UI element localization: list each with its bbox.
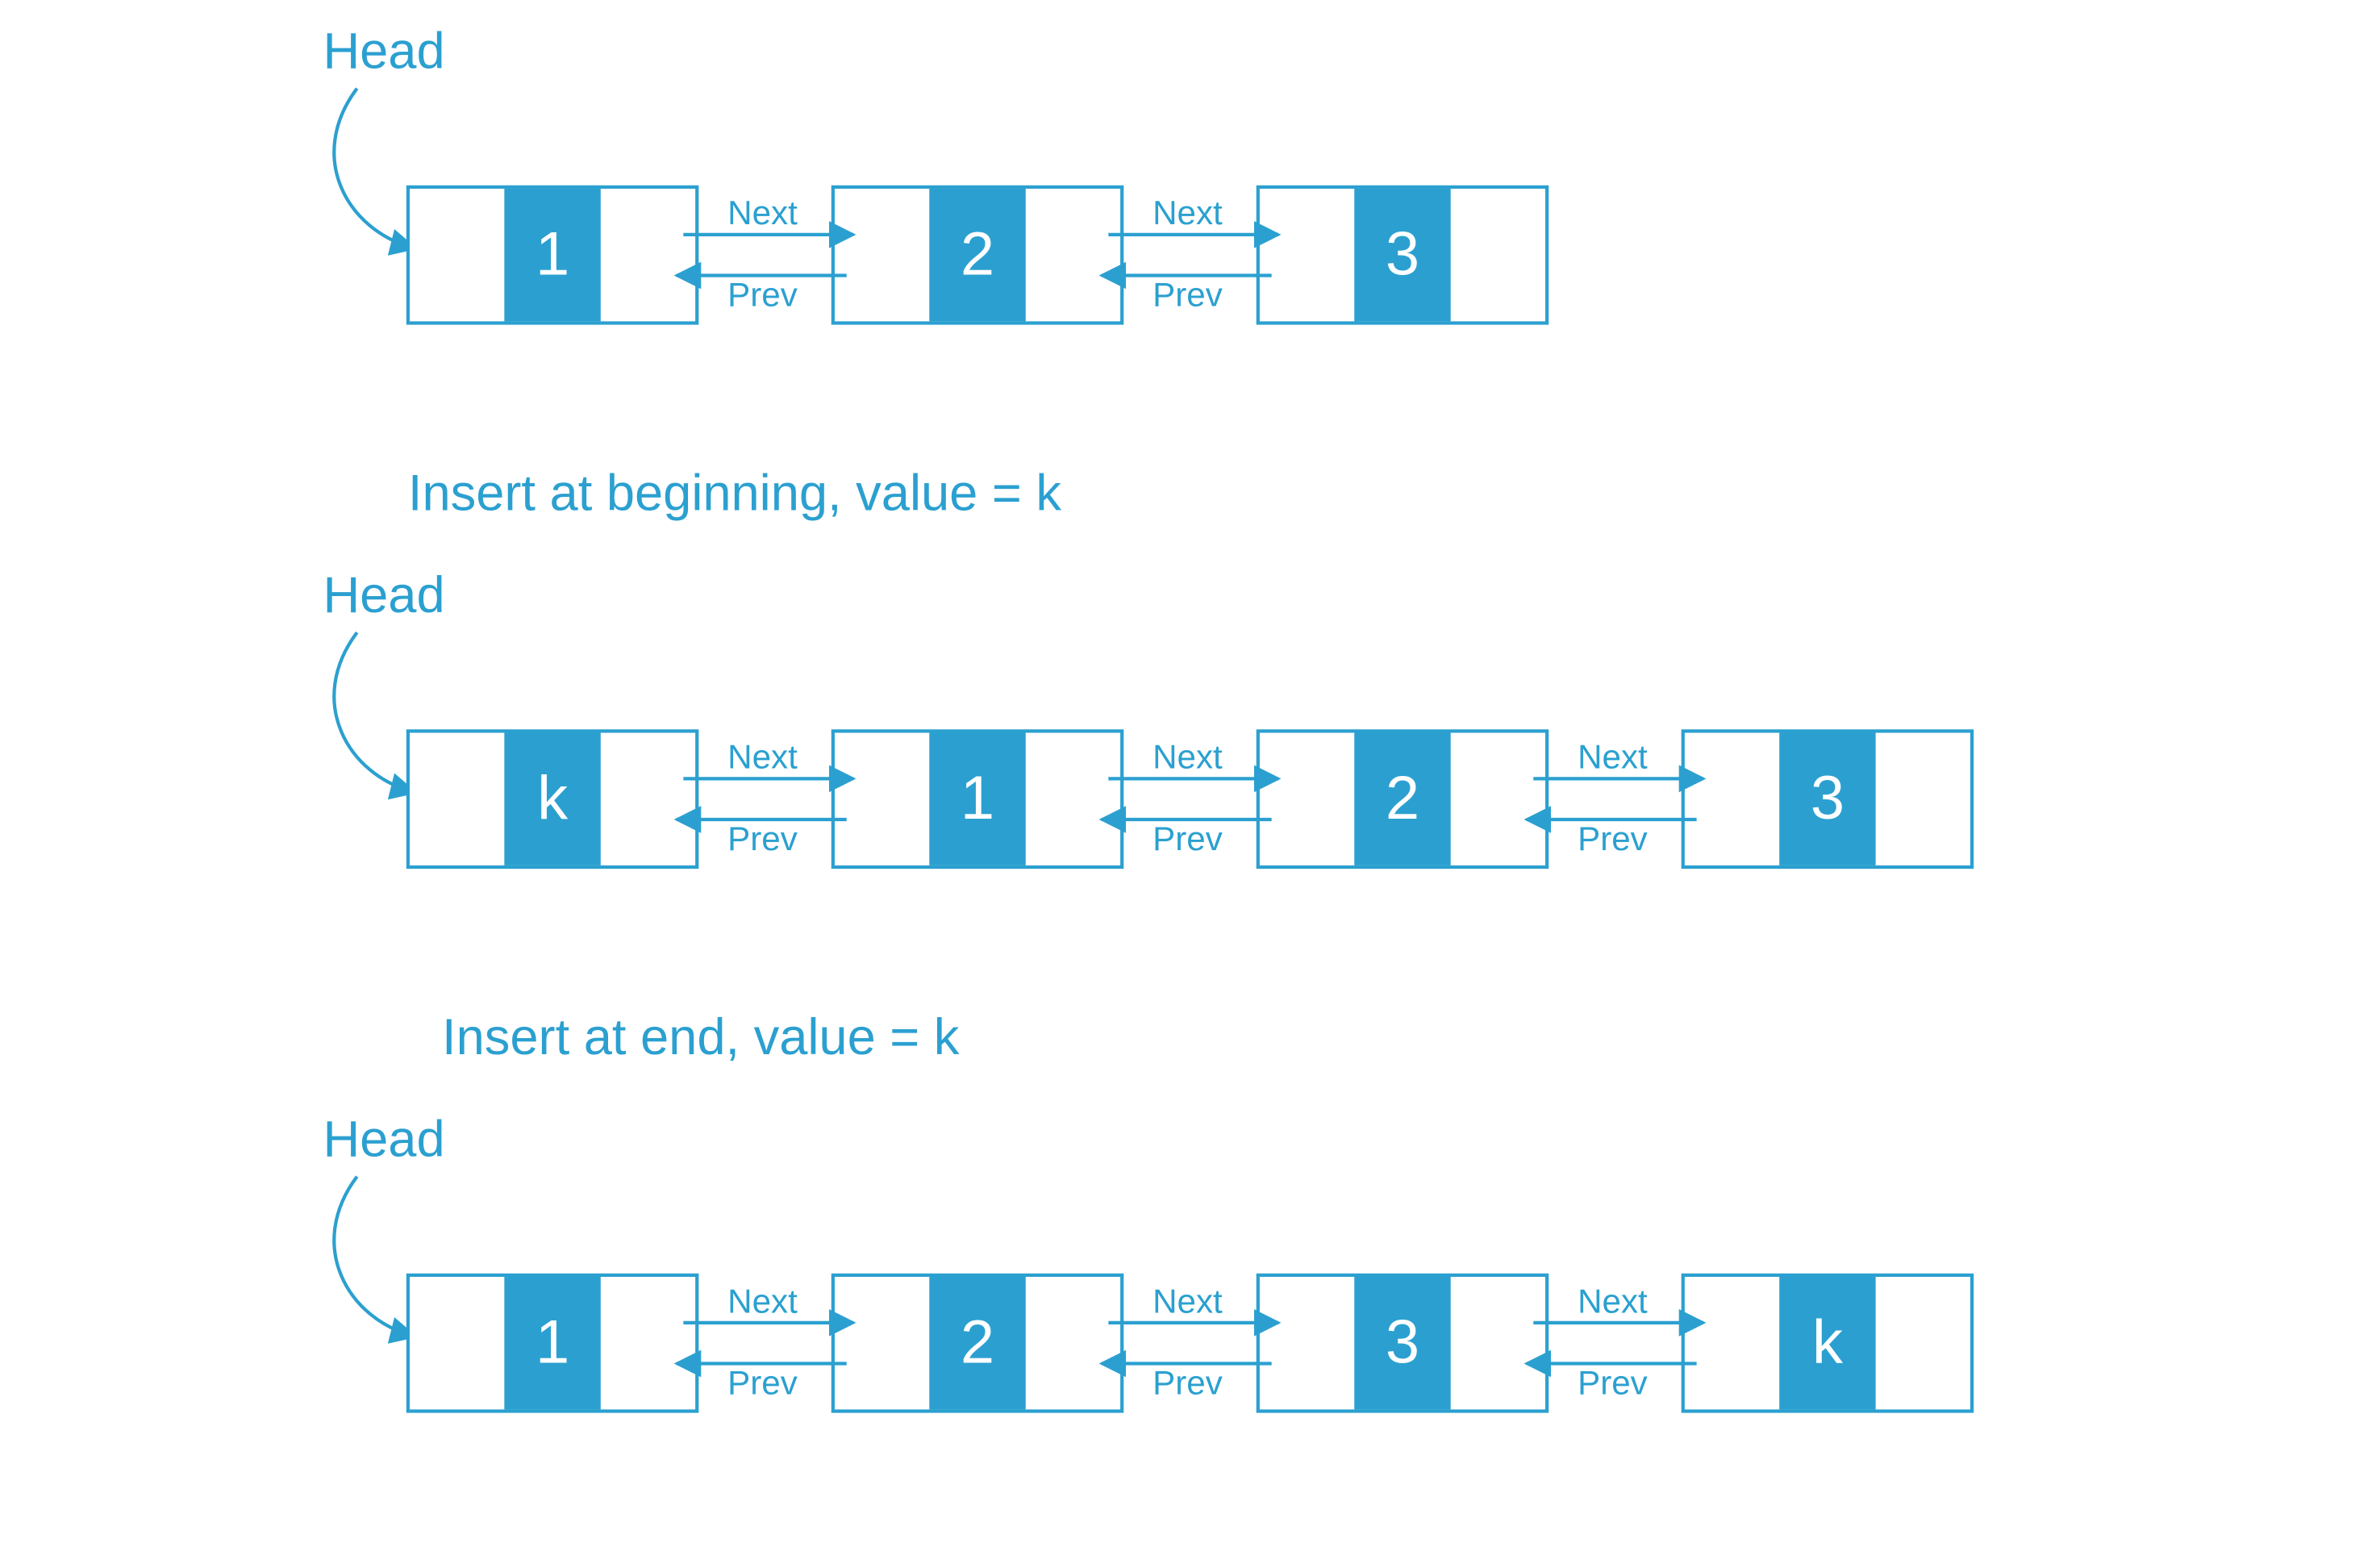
prev-label: Prev — [727, 1363, 798, 1401]
next-label: Next — [727, 738, 798, 776]
row1-node-2-value: 3 — [1386, 219, 1419, 288]
prev-label: Prev — [727, 275, 798, 313]
row2-node-3-value: 3 — [1811, 764, 1844, 832]
row1-node-1-value: 2 — [961, 219, 994, 288]
prev-label: Prev — [1152, 820, 1223, 857]
next-label: Next — [1578, 738, 1648, 776]
linked-list-diagram: Head 1 2 3 Next Prev Next Prev Insert at beginni… — [0, 0, 2380, 1564]
row2-node-2-value: 2 — [1386, 764, 1419, 832]
head-arrow — [334, 1177, 415, 1337]
next-label: Next — [1152, 738, 1223, 776]
head-label: Head — [323, 567, 444, 624]
row3-node-3-value: k — [1812, 1308, 1844, 1376]
next-label: Next — [727, 194, 798, 231]
next-label: Next — [727, 1282, 798, 1320]
head-arrow — [334, 89, 415, 248]
row2-node-0-value: k — [537, 764, 569, 832]
row3-node-1-value: 2 — [961, 1308, 994, 1376]
prev-label: Prev — [1152, 1363, 1223, 1401]
row3-node-2-value: 3 — [1386, 1308, 1419, 1376]
caption-insert-begin: Insert at beginning, value = k — [408, 465, 1061, 521]
head-arrow — [334, 632, 415, 792]
caption-insert-end: Insert at end, value = k — [442, 1009, 960, 1066]
next-label: Next — [1152, 1282, 1223, 1320]
row3-node-0-value: 1 — [536, 1308, 569, 1376]
next-label: Next — [1578, 1282, 1648, 1320]
row1-node-0-value: 1 — [536, 219, 569, 288]
prev-label: Prev — [1578, 1363, 1648, 1401]
head-label: Head — [323, 23, 444, 79]
prev-label: Prev — [727, 820, 798, 857]
head-label: Head — [323, 1111, 444, 1167]
prev-label: Prev — [1578, 820, 1648, 857]
prev-label: Prev — [1152, 275, 1223, 313]
next-label: Next — [1152, 194, 1223, 231]
row2-node-1-value: 1 — [961, 764, 994, 832]
